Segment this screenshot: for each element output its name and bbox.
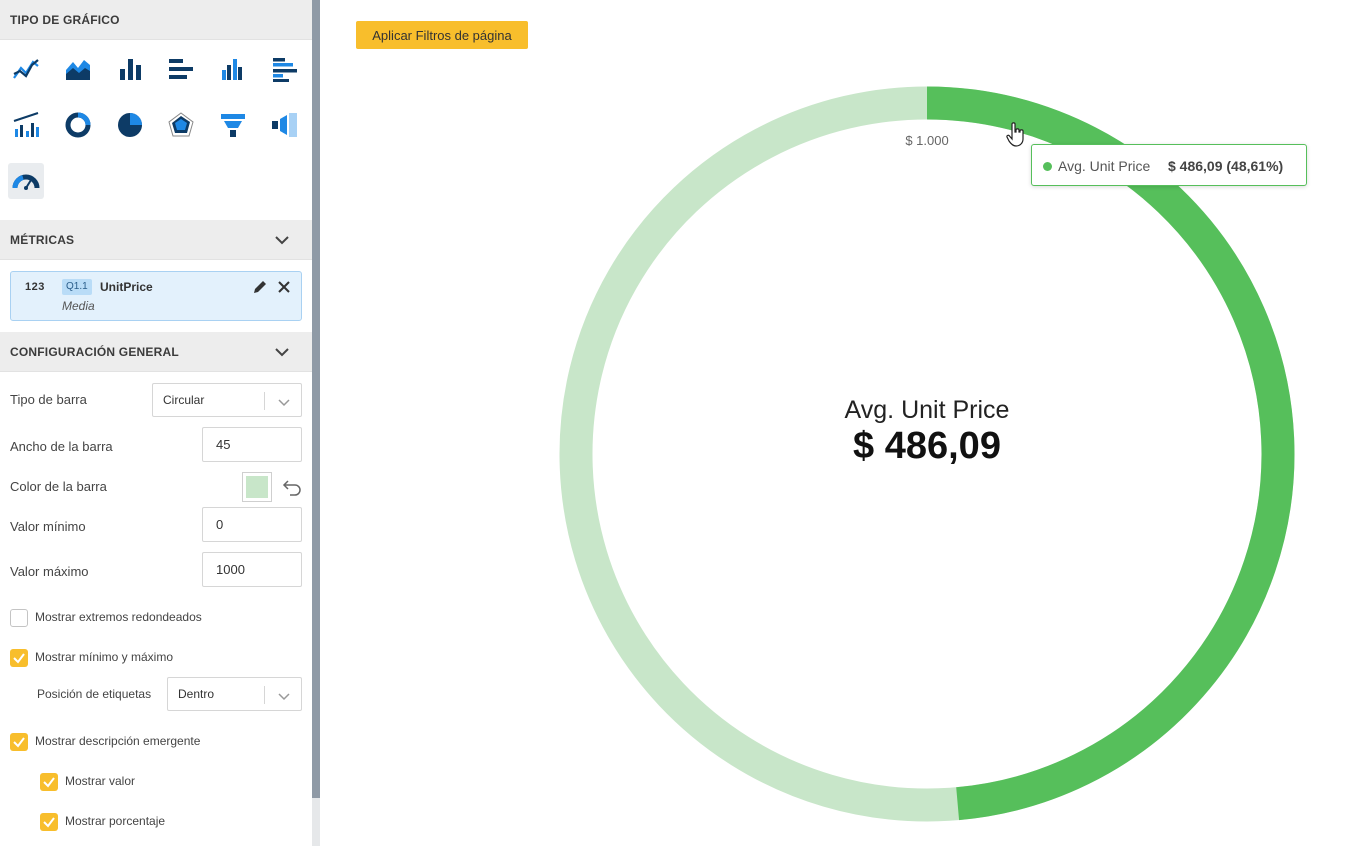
bar-type-label: Tipo de barra [10,392,87,407]
chevron-down-icon [278,693,290,701]
show-tooltip-checkbox[interactable] [10,733,28,751]
funnel-chart-icon[interactable] [215,107,251,143]
sidebar-scrollbar-thumb[interactable] [312,0,320,798]
show-tooltip-label: Mostrar descripción emergente [35,734,201,748]
rounded-ends-checkbox[interactable] [10,609,28,627]
pencil-icon[interactable] [252,279,268,295]
line-chart-icon[interactable] [8,51,44,87]
grouped-column-chart-icon[interactable] [215,51,251,87]
show-min-max-checkbox[interactable] [10,649,28,667]
bar-color-fill [246,476,268,498]
radar-chart-icon[interactable] [163,107,199,143]
label-position-value: Dentro [178,687,215,701]
bar-chart-icon[interactable] [163,51,199,87]
tooltip-value: $ 486,09 (48,61%) [1168,158,1284,174]
checkmark-icon [43,777,55,788]
gauge-value: $ 486,09 [853,425,1001,467]
metric-badge: Q1.1 [62,279,92,295]
checkmark-icon [43,817,55,828]
bar-width-label: Ancho de la barra [10,439,113,454]
metrics-header-label: MÉTRICAS [10,232,75,247]
bar-color-swatch[interactable] [242,472,272,502]
label-position-select[interactable]: Dentro [167,677,302,711]
chart-tooltip: Avg. Unit Price $ 486,09 (48,61%) [1031,144,1307,186]
show-min-max-label: Mostrar mínimo y máximo [35,650,174,664]
metric-aggregation: Media [62,299,95,313]
select-separator [264,392,265,410]
bar-width-input[interactable] [202,427,302,462]
chevron-down-icon[interactable] [274,232,290,248]
tooltip-series-name: Avg. Unit Price [1058,158,1151,174]
area-chart-icon[interactable] [60,51,96,87]
pie-chart-icon[interactable] [112,107,148,143]
numeric-type-label: 123 [25,281,45,293]
close-icon[interactable] [276,279,292,295]
select-separator [264,686,265,704]
show-value-label: Mostrar valor [65,774,136,788]
gauge-chart-icon[interactable] [8,163,44,199]
tooltip-series-dot [1043,162,1052,171]
gauge-title: Avg. Unit Price [844,396,1010,424]
donut-chart-icon[interactable] [60,107,96,143]
general-config-header-label: CONFIGURACIÓN GENERAL [10,344,179,359]
min-value-input[interactable] [202,507,302,542]
metrics-section-header[interactable]: MÉTRICAS [0,220,312,260]
undo-icon[interactable] [281,477,303,497]
chevron-down-icon [278,399,290,407]
grouped-bar-chart-icon[interactable] [267,51,303,87]
chevron-down-icon[interactable] [274,344,290,360]
horizontal-funnel-icon[interactable] [267,107,303,143]
rounded-ends-label: Mostrar extremos redondeados [35,610,202,624]
checkmark-icon [13,737,25,748]
min-value-label: Valor mínimo [10,519,86,534]
chart-type-header-label: TIPO DE GRÁFICO [10,12,120,27]
combo-chart-icon[interactable] [8,107,44,143]
show-percent-checkbox[interactable] [40,813,58,831]
checkmark-icon [13,653,25,664]
chart-type-section-header: TIPO DE GRÁFICO [0,0,312,40]
bar-type-select[interactable]: Circular [152,383,302,417]
label-position-label: Posición de etiquetas [37,687,152,701]
general-config-section-header[interactable]: CONFIGURACIÓN GENERAL [0,332,312,372]
max-value-input[interactable] [202,552,302,587]
metric-card[interactable]: 123 Q1.1 UnitPrice Media [10,271,302,321]
settings-sidebar: TIPO DE GRÁFICO MÉTRICAS 123 Q1.1 UnitPr… [0,0,312,846]
metric-name: UnitPrice [100,280,153,294]
show-percent-label: Mostrar porcentaje [65,814,166,828]
bar-type-value: Circular [163,393,205,407]
bar-color-label: Color de la barra [10,479,107,494]
show-value-checkbox[interactable] [40,773,58,791]
gauge-max-label: $ 1.000 [905,133,949,148]
column-chart-icon[interactable] [112,51,148,87]
hand-pointer-icon [1006,122,1024,147]
max-value-label: Valor máximo [10,564,89,579]
